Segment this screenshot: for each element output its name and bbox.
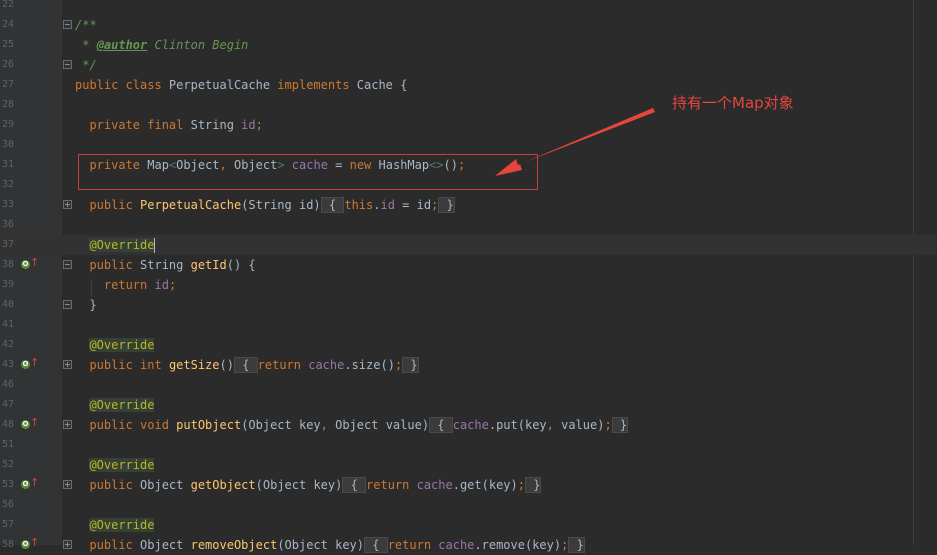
callout-label: 持有一个Map对象 xyxy=(672,94,794,112)
callout-arrow xyxy=(495,108,655,176)
